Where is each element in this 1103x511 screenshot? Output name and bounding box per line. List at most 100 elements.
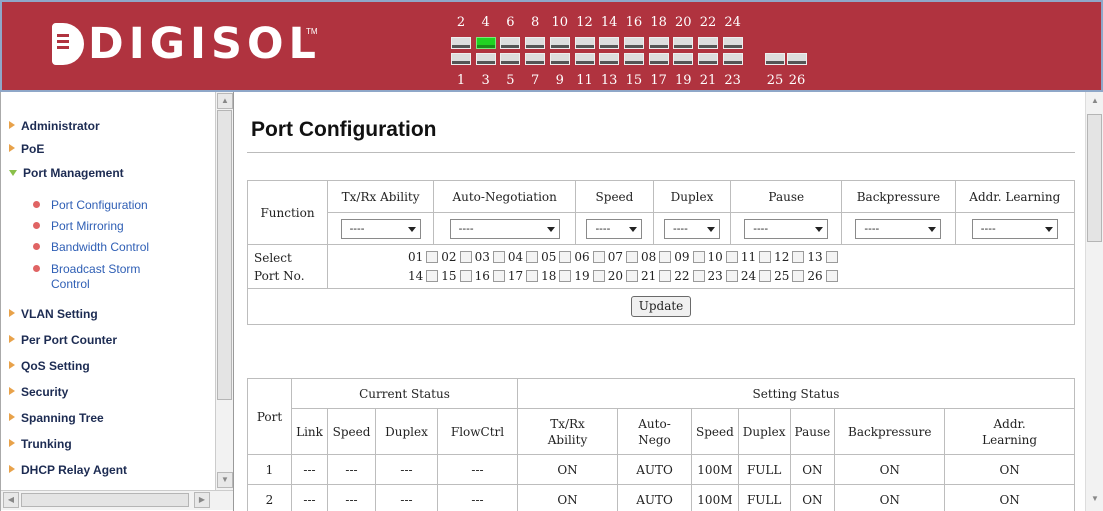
cell-backpressure: ON (834, 454, 946, 485)
scroll-right-icon[interactable]: ▶ (194, 492, 210, 508)
port-checkbox[interactable] (526, 250, 539, 263)
port-checkbox[interactable] (659, 250, 672, 263)
port-checkbox-label: 26 (807, 268, 823, 283)
port-checkbox[interactable] (625, 269, 638, 282)
ethernet-port-icon (451, 53, 471, 65)
speed-select[interactable]: ---- (586, 218, 643, 239)
sidebar-horizontal-scrollbar[interactable]: ◀ ▶ (1, 490, 233, 510)
submenu-broadcast-storm-control[interactable]: Broadcast Storm Control (33, 262, 176, 292)
port-checkbox[interactable] (692, 269, 705, 282)
page-vertical-scrollbar[interactable]: ▲ ▼ (1085, 92, 1103, 511)
ethernet-port-icon (574, 37, 595, 49)
backpressure-select[interactable]: ---- (855, 218, 942, 239)
port-checkbox[interactable] (759, 250, 772, 263)
port-checkbox-label: 09 (674, 249, 690, 264)
menu-spanning-tree[interactable]: Spanning Tree (9, 410, 104, 426)
bullet-icon (33, 265, 40, 272)
port-checkbox[interactable] (592, 250, 605, 263)
menu-trunking[interactable]: Trunking (9, 436, 72, 452)
scroll-up-icon[interactable]: ▲ (217, 93, 233, 109)
submenu-port-configuration[interactable]: Port Configuration (33, 198, 191, 213)
addr-learning-select[interactable]: ---- (971, 218, 1058, 239)
port-checkbox[interactable] (625, 250, 638, 263)
col-pause: Pause (789, 408, 836, 455)
ethernet-port-icon (722, 37, 743, 49)
cell-addr: ON (944, 454, 1075, 485)
menu-administrator[interactable]: Administrator (9, 118, 100, 134)
port-checkbox-label: 25 (774, 268, 790, 283)
cell-sduplex: FULL (737, 454, 791, 485)
port-checkbox-label: 16 (474, 268, 490, 283)
menu-poe[interactable]: PoE (9, 141, 44, 157)
port-checkbox[interactable] (759, 269, 772, 282)
menu-qos-setting[interactable]: QoS Setting (9, 358, 90, 374)
port-checkbox-item: 06 (574, 248, 605, 267)
col-setting-speed: Speed (691, 408, 739, 455)
menu-vlan-setting[interactable]: VLAN Setting (9, 306, 98, 322)
menu-port-management[interactable]: Port Management (9, 165, 124, 181)
chevron-down-icon (546, 226, 555, 232)
duplex-select[interactable]: ---- (663, 218, 720, 239)
scroll-down-icon[interactable]: ▼ (217, 472, 233, 488)
col-speed: Speed (327, 408, 376, 455)
cell-addr: ON (944, 484, 1075, 511)
scroll-down-icon[interactable]: ▼ (1087, 492, 1103, 508)
port-number: 24 (724, 15, 741, 30)
table-row: 1 --- --- --- --- ON AUTO 100M FULL ON ON ON (247, 454, 1075, 485)
port-checkbox[interactable] (559, 269, 572, 282)
page-scroll-thumb[interactable] (1087, 114, 1102, 242)
txrx-select[interactable]: ---- (340, 218, 421, 239)
port-checkbox[interactable] (825, 250, 838, 263)
ethernet-port-icon (525, 53, 546, 65)
port-checkbox[interactable] (792, 269, 805, 282)
port-checkbox[interactable] (459, 250, 472, 263)
scroll-left-icon[interactable]: ◀ (3, 492, 19, 508)
update-button[interactable]: Update (630, 296, 692, 317)
port-checkbox-item: 18 (541, 267, 572, 286)
menu-per-port-counter[interactable]: Per Port Counter (9, 332, 117, 348)
menu-security[interactable]: Security (9, 384, 68, 400)
port-checkbox[interactable] (659, 269, 672, 282)
port-checkbox-item: 08 (641, 248, 672, 267)
port-checkbox-item: 13 (807, 248, 838, 267)
sidebar-vertical-scrollbar[interactable]: ▲ ▼ (215, 92, 233, 490)
submenu-port-mirroring[interactable]: Port Mirroring (33, 219, 191, 234)
port-checkbox[interactable] (426, 250, 439, 263)
submenu-bandwidth-control[interactable]: Bandwidth Control (33, 240, 191, 255)
menu-dhcp-relay-agent[interactable]: DHCP Relay Agent (9, 462, 127, 478)
port-checkbox[interactable] (825, 269, 838, 282)
port-checkbox[interactable] (692, 250, 705, 263)
ethernet-port-icon (599, 53, 620, 65)
scroll-up-icon[interactable]: ▲ (1087, 94, 1103, 110)
port-number: 26 (788, 73, 806, 88)
cell-backpressure: ON (834, 484, 946, 511)
sidebar-scroll-thumb[interactable] (217, 110, 232, 400)
port-checkbox-item: 01 (408, 248, 439, 267)
ethernet-port-icon (475, 53, 496, 65)
port-checkbox[interactable] (426, 269, 439, 282)
port-checkbox[interactable] (559, 250, 572, 263)
sidebar-hscroll-thumb[interactable] (21, 493, 189, 507)
port-checkbox[interactable] (792, 250, 805, 263)
port-checkbox[interactable] (492, 250, 505, 263)
col-auto-nego: Auto- Nego (617, 408, 692, 455)
port-checkbox-item: 05 (541, 248, 572, 267)
cell-sspeed: 100M (691, 454, 739, 485)
pause-select[interactable]: ---- (744, 218, 829, 239)
main-content: Port Configuration Function Tx/Rx Abilit… (235, 92, 1085, 511)
port-checkbox-item: 17 (508, 267, 539, 286)
port-checkbox[interactable] (725, 269, 738, 282)
port-checkbox[interactable] (492, 269, 505, 282)
port-checkbox[interactable] (459, 269, 472, 282)
autoneg-select[interactable]: ---- (449, 218, 560, 239)
cell-port: 2 (247, 484, 292, 511)
port-checkbox-label: 19 (574, 268, 590, 283)
port-checkbox-item: 14 (408, 267, 439, 286)
header-speed: Speed (575, 180, 654, 213)
select-port-label: Select Port No. (247, 244, 328, 289)
port-checkbox[interactable] (725, 250, 738, 263)
arrow-icon (9, 387, 15, 395)
port-checkbox[interactable] (592, 269, 605, 282)
port-checkbox[interactable] (526, 269, 539, 282)
port-checkbox-label: 14 (408, 268, 424, 283)
